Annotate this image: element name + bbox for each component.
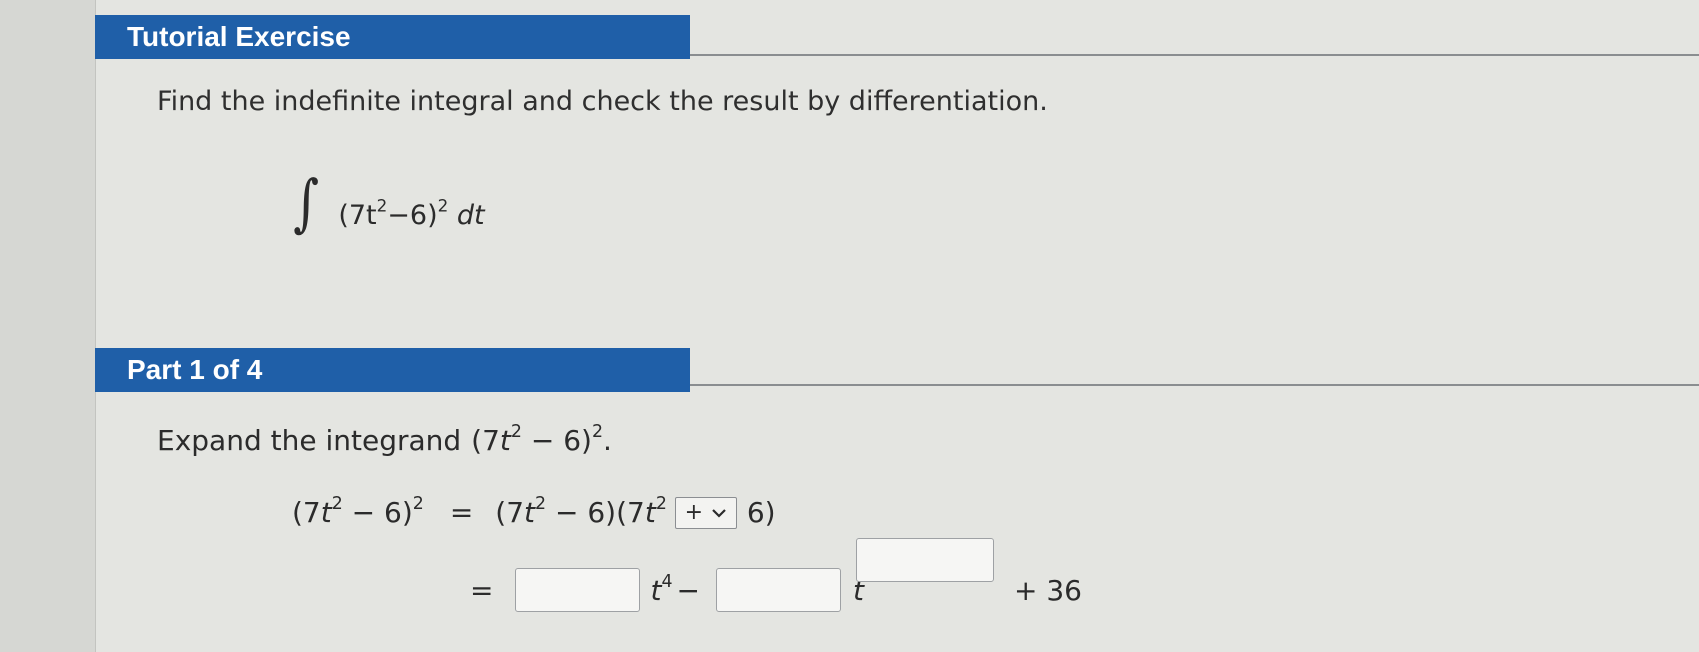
instruction-expression: (7t2 − 6)2.	[471, 421, 612, 457]
line2-equals-sign: =	[470, 573, 494, 607]
equals-sign: =	[449, 496, 474, 529]
part-instruction: Expand the integrand (7t2 − 6)2.	[157, 421, 612, 457]
t-exponent-input[interactable]	[856, 538, 994, 582]
chevron-down-icon	[712, 508, 726, 518]
equation-line-1: (7t2 − 6)2 = (7t2 − 6)(7t2 + 6)	[292, 493, 776, 529]
constant-term: + 36	[1013, 573, 1082, 607]
equation-lhs: (7t2 − 6)2	[292, 493, 424, 529]
integral-expression: ∫ (7t2−6)2 dt	[290, 166, 485, 239]
part-header: Part 1 of 4	[95, 348, 690, 392]
tutorial-exercise-title: Tutorial Exercise	[127, 21, 351, 52]
part-header-rule	[690, 384, 1699, 386]
tutorial-exercise-header: Tutorial Exercise	[95, 15, 690, 59]
part-title: Part 1 of 4	[127, 354, 263, 385]
integrand: (7t2−6)2 dt	[338, 195, 485, 231]
equation-rhs: (7t2 − 6)(7t2	[495, 493, 667, 529]
minus-sign: −	[676, 573, 700, 607]
t4-term: t4	[650, 571, 673, 607]
sign-dropdown[interactable]: +	[674, 496, 737, 529]
exercise-prompt: Find the indefinite integral and check t…	[157, 86, 1048, 117]
sign-dropdown-value: +	[684, 500, 704, 525]
t-coefficient-input[interactable]	[715, 568, 841, 612]
tutorial-header-rule	[690, 54, 1699, 56]
integral-sign: ∫	[293, 166, 320, 239]
t4-coefficient-input[interactable]	[515, 568, 641, 612]
equation-rhs-end: 6)	[746, 496, 776, 529]
